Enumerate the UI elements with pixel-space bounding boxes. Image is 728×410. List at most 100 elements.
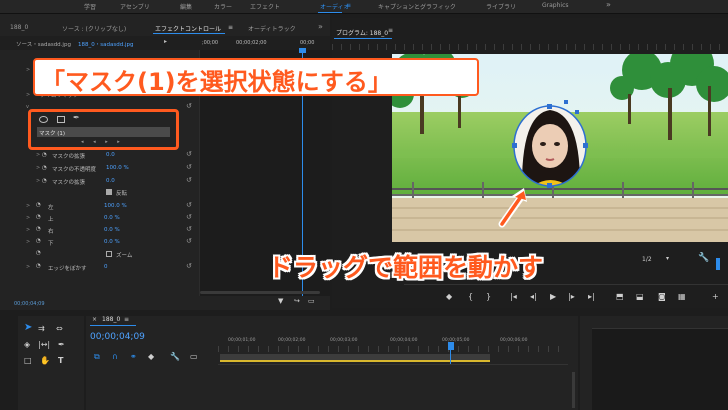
mask-path-controls[interactable]: ◂ ◂ ▸ ▸ xyxy=(81,139,124,145)
mask-expansion-value-2[interactable]: 0.0 xyxy=(106,178,115,184)
reset-icon[interactable]: ↺ xyxy=(186,201,192,209)
export-frame-icon[interactable]: ◙ xyxy=(658,292,666,301)
go-to-in-icon[interactable]: |◂ xyxy=(510,292,517,301)
timeline-ruler[interactable] xyxy=(218,346,568,352)
mark-in-icon[interactable]: { xyxy=(468,292,473,301)
workspace-more-icon[interactable]: » xyxy=(606,0,611,9)
resolution-select[interactable]: 1/2 xyxy=(642,256,652,263)
add-button-icon[interactable]: + xyxy=(712,292,719,301)
settings-wrench-icon[interactable]: 🔧 xyxy=(170,352,180,361)
tab-source[interactable]: ソース : (クリップなし) xyxy=(62,24,126,33)
crop-right-value[interactable]: 0.0 % xyxy=(104,227,120,233)
razor-tool-icon[interactable]: ◈ xyxy=(24,340,30,349)
workspace-libraries[interactable]: ライブラリ xyxy=(486,2,516,11)
mark-out-icon[interactable]: } xyxy=(486,292,491,301)
expand-arrow[interactable]: > xyxy=(26,203,30,209)
lift-icon[interactable]: ⬒ xyxy=(616,292,624,301)
stopwatch-icon[interactable]: ◔ xyxy=(36,263,41,269)
hand-tool-icon[interactable]: ✋ xyxy=(40,356,50,365)
mask-1-row[interactable]: マスク (1) xyxy=(37,127,170,137)
expand-arrow[interactable]: > xyxy=(26,215,30,221)
expand-arrow[interactable]: > xyxy=(26,92,30,98)
crop-top-value[interactable]: 0.0 % xyxy=(104,215,120,221)
close-icon[interactable]: × xyxy=(92,316,97,323)
comparison-view-icon[interactable]: ▦ xyxy=(678,292,686,301)
expand-arrow[interactable]: > xyxy=(26,239,30,245)
inverted-checkbox[interactable] xyxy=(106,189,112,195)
playhead-handle[interactable] xyxy=(299,48,306,53)
sequence-clip-label[interactable]: 188_0・sadasdd.jpg xyxy=(78,40,133,48)
workspace-edit[interactable]: 編集 xyxy=(180,2,192,11)
play-only-icon[interactable]: ▸ xyxy=(164,38,167,45)
crop-left-value[interactable]: 100.0 % xyxy=(104,203,127,209)
reset-icon[interactable]: ↺ xyxy=(186,237,192,245)
nest-icon[interactable]: ⧉ xyxy=(94,352,100,362)
mask-expansion-value[interactable]: 0.0 xyxy=(106,152,115,158)
timeline-timecode[interactable]: 00;00;04;09 xyxy=(90,332,145,342)
stopwatch-icon[interactable]: ◔ xyxy=(36,226,41,232)
chevron-down-icon[interactable]: ▾ xyxy=(666,255,669,262)
workspace-color[interactable]: カラー xyxy=(214,2,232,11)
rectangle-icon[interactable]: ▭ xyxy=(308,297,315,305)
timeline-tab[interactable]: 188_0 xyxy=(102,316,120,323)
ellipse-mask-icon[interactable] xyxy=(39,116,48,123)
rectangle-tool-icon[interactable]: □ xyxy=(24,356,32,365)
pen-tool-icon[interactable]: ✒ xyxy=(58,340,65,349)
expand-arrow[interactable]: > xyxy=(36,152,40,158)
captions-icon[interactable]: ▭ xyxy=(190,352,198,361)
snap-icon[interactable]: ∩ xyxy=(112,352,118,361)
mask-opacity-value[interactable]: 100.0 % xyxy=(106,165,129,171)
type-tool-icon[interactable]: T xyxy=(58,356,63,365)
stopwatch-icon[interactable]: ◔ xyxy=(42,152,47,158)
reset-icon[interactable]: ↺ xyxy=(186,150,192,158)
reset-icon[interactable]: ↺ xyxy=(186,225,192,233)
reset-icon[interactable]: ↺ xyxy=(186,262,192,270)
workspace-effects[interactable]: エフェクト xyxy=(250,2,280,11)
expand-arrow[interactable]: > xyxy=(36,178,40,184)
timeline-menu-icon[interactable]: ≡ xyxy=(124,316,129,323)
play-icon[interactable]: ▶ xyxy=(550,292,556,301)
pen-mask-icon[interactable]: ✒ xyxy=(73,113,80,122)
rectangle-mask-icon[interactable] xyxy=(57,116,65,123)
track-select-tool-icon[interactable]: ⇉ xyxy=(38,324,45,333)
tab-audio-track[interactable]: オーディトラック xyxy=(248,24,296,33)
slip-tool-icon[interactable]: |↔| xyxy=(38,340,50,349)
step-forward-icon[interactable]: |▸ xyxy=(568,292,575,301)
add-marker-icon[interactable]: ◆ xyxy=(446,292,452,301)
tab-effect-controls[interactable]: エフェクトコントロール xyxy=(155,24,221,33)
more-tabs-icon[interactable]: » xyxy=(318,22,323,31)
ripple-edit-tool-icon[interactable]: ⇔ xyxy=(56,324,63,333)
step-back-icon[interactable]: ◂| xyxy=(530,292,537,301)
expand-arrow[interactable]: > xyxy=(26,67,30,73)
feather-value[interactable]: 0 xyxy=(104,264,108,270)
filter-icon[interactable]: ▼ xyxy=(278,297,283,305)
reset-icon[interactable]: ↺ xyxy=(186,102,192,110)
go-to-out-icon[interactable]: ▸| xyxy=(588,292,595,301)
program-menu-icon[interactable]: ≡ xyxy=(388,27,393,34)
workspace-graphics[interactable]: Graphics xyxy=(542,2,569,9)
expand-arrow[interactable]: > xyxy=(26,264,30,270)
expand-arrow[interactable]: > xyxy=(26,227,30,233)
workspace-learn[interactable]: 学習 xyxy=(84,2,96,11)
stopwatch-icon[interactable]: ◔ xyxy=(36,238,41,244)
zoom-checkbox[interactable] xyxy=(106,251,112,257)
tab-sequence[interactable]: 188_0 xyxy=(10,24,28,31)
stopwatch-icon[interactable]: ◔ xyxy=(42,165,47,171)
stopwatch-icon[interactable]: ◔ xyxy=(36,250,41,256)
timeline-playhead[interactable] xyxy=(448,342,454,350)
selection-tool-icon[interactable]: ➤ xyxy=(24,322,32,333)
tab-menu-icon[interactable]: ≡ xyxy=(228,24,233,31)
current-time-display[interactable]: 00;00;04;09 xyxy=(14,301,45,307)
horizontal-scrollbar[interactable] xyxy=(200,291,320,294)
reset-icon[interactable]: ↺ xyxy=(186,176,192,184)
linked-selection-icon[interactable]: ⚭ xyxy=(130,352,137,361)
marker-icon[interactable]: ◆ xyxy=(148,352,154,361)
stopwatch-icon[interactable]: ◔ xyxy=(36,214,41,220)
export-icon[interactable]: ↪ xyxy=(294,297,300,305)
extract-icon[interactable]: ⬓ xyxy=(636,292,644,301)
expand-arrow[interactable]: > xyxy=(36,165,40,171)
wrench-icon[interactable]: 🔧 xyxy=(698,253,709,263)
reset-icon[interactable]: ↺ xyxy=(186,213,192,221)
workspace-assembly[interactable]: アセンブリ xyxy=(120,2,150,11)
reset-icon[interactable]: ↺ xyxy=(186,163,192,171)
